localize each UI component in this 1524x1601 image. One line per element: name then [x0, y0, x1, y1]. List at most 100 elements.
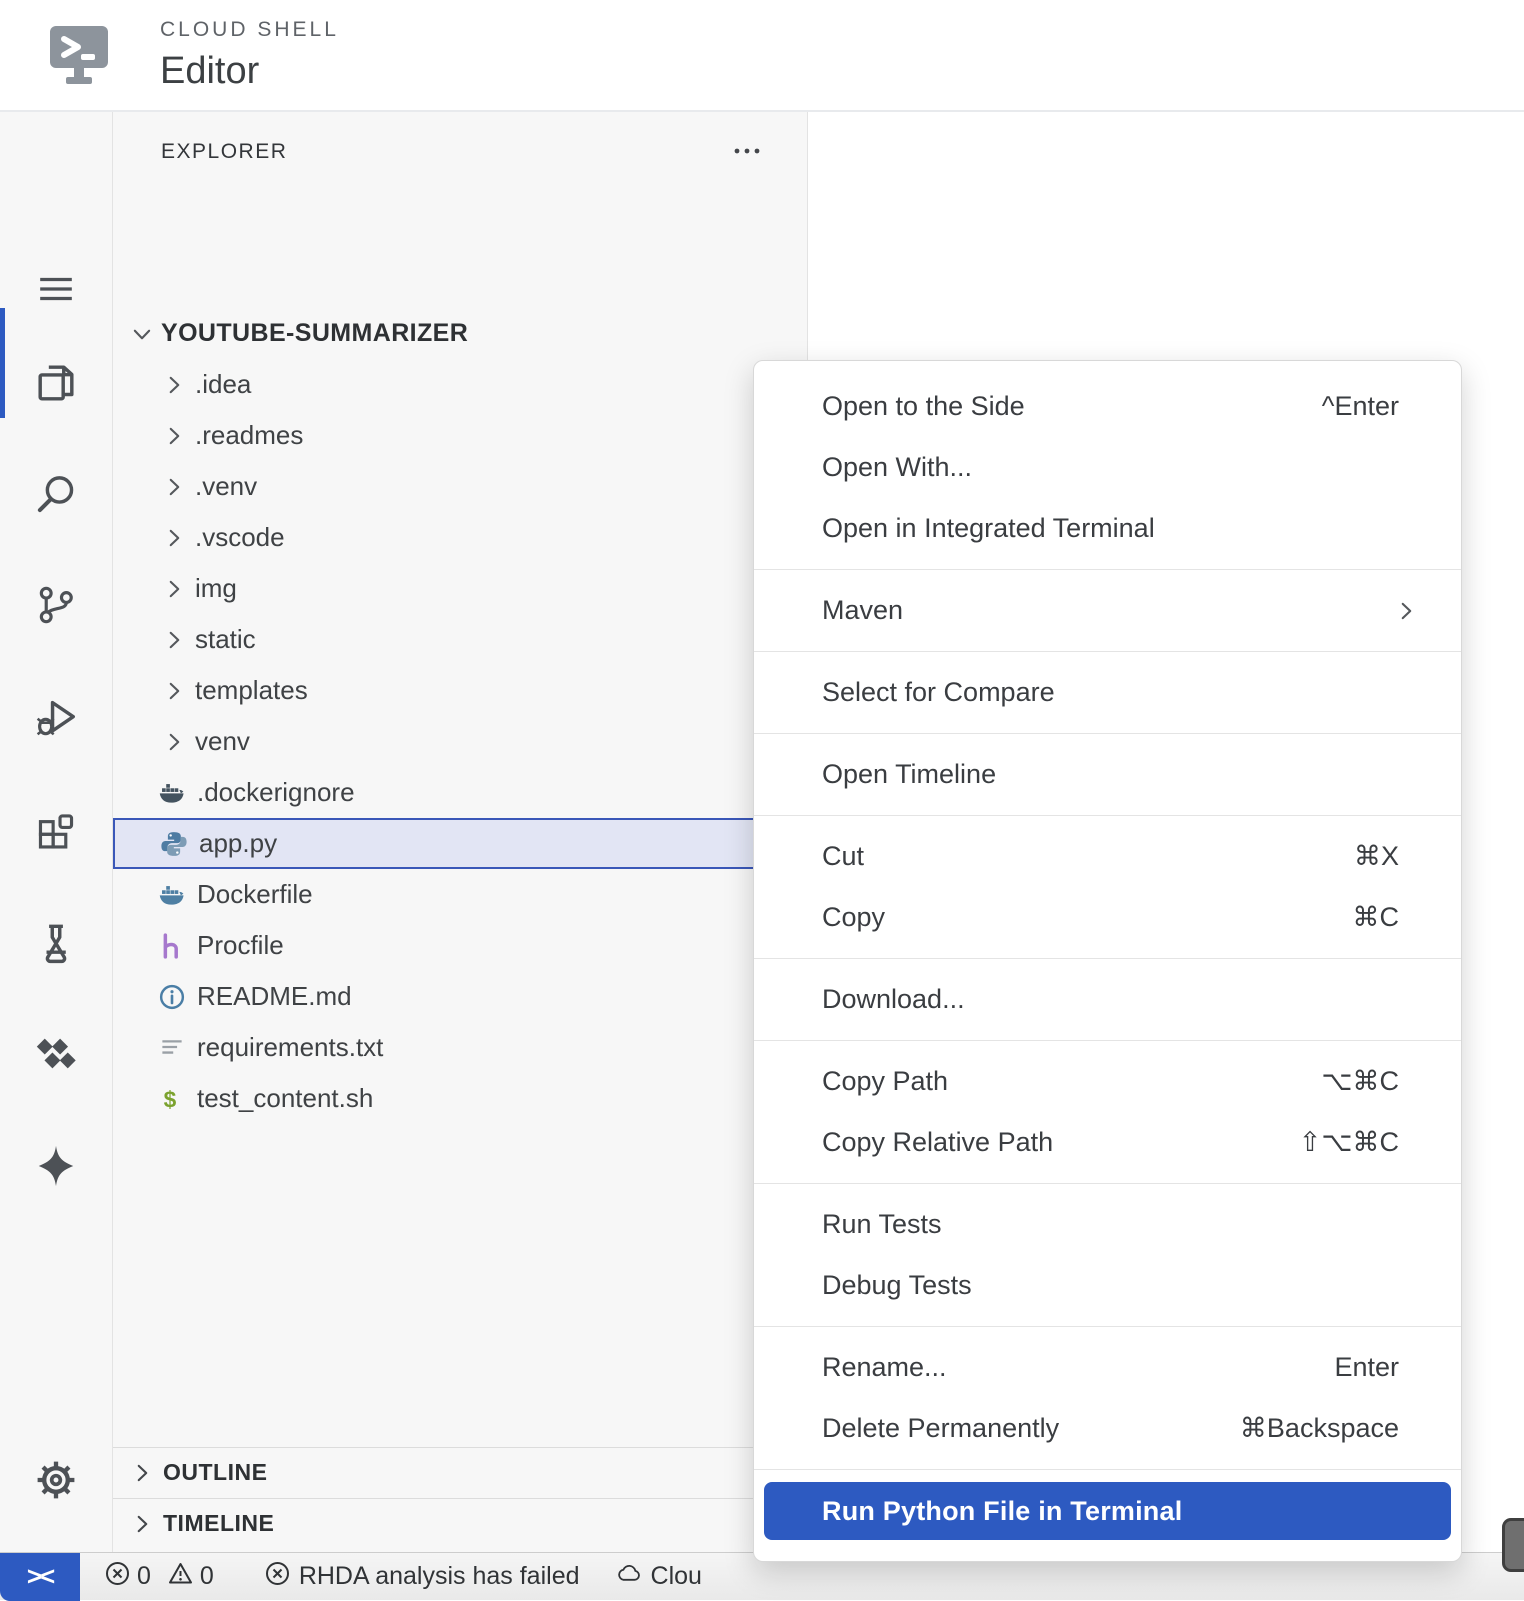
menu-item-label: Open With...: [822, 452, 1399, 483]
folder-label: img: [195, 573, 237, 604]
menu-item-shortcut: ⌘Backspace: [1240, 1413, 1399, 1444]
menu-group: Run Tests Debug Tests: [754, 1184, 1461, 1327]
activity-item-explorer[interactable]: [0, 340, 112, 430]
tree-file[interactable]: $test_content.sh: [113, 1073, 807, 1124]
menu-item-maven[interactable]: Maven: [754, 580, 1461, 641]
menu-group: Maven: [754, 570, 1461, 652]
menu-item-cut[interactable]: Cut⌘X: [754, 826, 1461, 887]
section-label: TIMELINE: [163, 1510, 274, 1537]
file-label: requirements.txt: [197, 1032, 383, 1063]
activity-item-gemini[interactable]: [0, 1123, 112, 1213]
tree-folder[interactable]: static: [113, 614, 807, 665]
ellipsis-icon[interactable]: [729, 134, 769, 168]
scrollbar-thumb[interactable]: [1502, 1518, 1524, 1572]
tree-file[interactable]: Procfile: [113, 920, 807, 971]
tree-file[interactable]: .dockerignore: [113, 767, 807, 818]
menu-item-label: Run Python File in Terminal: [822, 1496, 1399, 1527]
menu-item-open-with[interactable]: Open With...: [754, 437, 1461, 498]
menu-item-download[interactable]: Download...: [754, 969, 1461, 1030]
folder-label: .idea: [195, 369, 251, 400]
docker-dark-icon: [157, 778, 187, 808]
chevron-right-icon: [161, 576, 187, 602]
menu-group: Rename...EnterDelete Permanently⌘Backspa…: [754, 1327, 1461, 1470]
tree-folder[interactable]: .vscode: [113, 512, 807, 563]
tree-root[interactable]: YOUTUBE-SUMMARIZER: [113, 308, 807, 359]
folder-label: venv: [195, 726, 250, 757]
menu-item-label: Cut: [822, 841, 1354, 872]
tree-file-selected[interactable]: app.py: [113, 818, 807, 869]
info-icon: [157, 982, 187, 1012]
activity-bar: [0, 112, 113, 1552]
menu-item-shortcut: ⇧⌥⌘C: [1299, 1127, 1399, 1158]
menu-item-label: Delete Permanently: [822, 1413, 1240, 1444]
menu-item-label: Run Tests: [822, 1209, 1399, 1240]
python-icon: [159, 829, 189, 859]
tree-folder[interactable]: .readmes: [113, 410, 807, 461]
menu-item-shortcut: ⌘X: [1354, 841, 1399, 872]
menu-item-rename[interactable]: Rename...Enter: [754, 1337, 1461, 1398]
activity-item-testing[interactable]: [0, 900, 112, 990]
menu-item-debug-tests[interactable]: Debug Tests: [754, 1255, 1461, 1316]
chevron-right-icon: [1393, 598, 1419, 624]
menu-item-copy-path[interactable]: Copy Path⌥⌘C: [754, 1051, 1461, 1112]
activity-item-search[interactable]: [0, 451, 112, 541]
chevron-right-icon: [161, 474, 187, 500]
activity-item-menu[interactable]: [0, 246, 112, 336]
cloud-shell-logo-icon: [44, 20, 114, 90]
menu-item-label: Copy Path: [822, 1066, 1321, 1097]
chevron-right-icon: [161, 729, 187, 755]
section-outline[interactable]: OUTLINE: [113, 1447, 807, 1497]
tree-folder[interactable]: .venv: [113, 461, 807, 512]
menu-item-label: Open Timeline: [822, 759, 1399, 790]
tree-folder[interactable]: venv: [113, 716, 807, 767]
file-label: Dockerfile: [197, 879, 313, 910]
menu-group: Cut⌘XCopy⌘C: [754, 816, 1461, 959]
shell-icon: $: [157, 1084, 187, 1114]
menu-item-copy[interactable]: Copy⌘C: [754, 887, 1461, 948]
rhda-status[interactable]: RHDA analysis has failed: [264, 1560, 580, 1594]
remote-indicator[interactable]: ><: [0, 1553, 80, 1601]
tree-folder[interactable]: img: [113, 563, 807, 614]
menu-item-open-to-the-side[interactable]: Open to the Side^Enter: [754, 376, 1461, 437]
menu-item-run-tests[interactable]: Run Tests: [754, 1194, 1461, 1255]
folder-label: templates: [195, 675, 308, 706]
folder-label: .readmes: [195, 420, 303, 451]
folder-label: .vscode: [195, 522, 285, 553]
cloud-icon: [616, 1560, 643, 1594]
menu-item-select-for-compare[interactable]: Select for Compare: [754, 662, 1461, 723]
extensions-icon: [33, 809, 79, 860]
activity-item-source-control[interactable]: [0, 562, 112, 652]
activity-item-cloud-code[interactable]: [0, 1011, 112, 1101]
chevron-down-icon: [129, 321, 155, 347]
menu-item-delete-permanently[interactable]: Delete Permanently⌘Backspace: [754, 1398, 1461, 1459]
menu-item-copy-relative-path[interactable]: Copy Relative Path⇧⌥⌘C: [754, 1112, 1461, 1173]
section-timeline[interactable]: TIMELINE: [113, 1498, 807, 1548]
activity-item-settings[interactable]: [0, 1437, 112, 1527]
search-icon: [33, 471, 79, 522]
tree-folder[interactable]: .idea: [113, 359, 807, 410]
page-title: Editor: [160, 50, 339, 93]
problems-status[interactable]: 0 0: [104, 1560, 224, 1594]
menu-item-shortcut: ^Enter: [1322, 391, 1399, 422]
cloud-status[interactable]: Clou: [616, 1560, 702, 1594]
tree-file[interactable]: requirements.txt: [113, 1022, 807, 1073]
menu-item-label: Download...: [822, 984, 1399, 1015]
menu-item-open-in-integrated-terminal[interactable]: Open in Integrated Terminal: [754, 498, 1461, 559]
activity-item-extensions[interactable]: [0, 789, 112, 879]
file-label: app.py: [199, 828, 277, 859]
menu-item-run-python-file-in-terminal[interactable]: Run Python File in Terminal: [764, 1482, 1451, 1540]
tree-folder[interactable]: templates: [113, 665, 807, 716]
menu-item-open-timeline[interactable]: Open Timeline: [754, 744, 1461, 805]
chevron-right-icon: [161, 372, 187, 398]
warning-count: 0: [200, 1562, 214, 1591]
activity-item-run-debug[interactable]: [0, 674, 112, 764]
tree-file[interactable]: README.md: [113, 971, 807, 1022]
remote-icon: ><: [27, 1561, 53, 1592]
gear-icon: [33, 1457, 79, 1508]
tree-file[interactable]: Dockerfile: [113, 869, 807, 920]
error-icon: [264, 1560, 291, 1594]
menu-item-label: Select for Compare: [822, 677, 1399, 708]
app-header: CLOUD SHELL Editor: [0, 0, 1524, 112]
menu-group: Select for Compare: [754, 652, 1461, 734]
chevron-right-icon: [161, 627, 187, 653]
